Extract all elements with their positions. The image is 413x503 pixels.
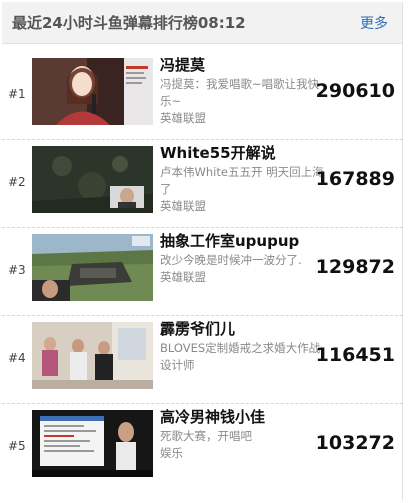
danmaku-count: 290610 — [315, 80, 395, 102]
rank-number: #3 — [8, 263, 26, 277]
stream-info: 冯提莫 冯提莫：我爱唱歌~唱歌让我快乐~ 英雄联盟 — [160, 56, 330, 127]
ranking-row[interactable]: #3 抽象工作室upupup 改少今晚是时候冲一波分了. 英雄联盟 129872 — [2, 228, 403, 316]
rank-number: #5 — [8, 439, 26, 453]
stream-thumbnail[interactable] — [32, 58, 153, 125]
danmaku-count: 167889 — [315, 168, 395, 190]
stream-thumbnail[interactable] — [32, 322, 153, 389]
stream-thumbnail[interactable] — [32, 234, 153, 301]
streamer-name[interactable]: 高冷男神钱小佳 — [160, 408, 330, 427]
danmaku-count: 103272 — [315, 432, 395, 454]
rank-number: #1 — [8, 87, 26, 101]
ranking-row[interactable]: #2 White55开解说 卢本伟White五五开 明天回上海了 英雄联盟 16… — [2, 140, 403, 228]
streamer-name[interactable]: White55开解说 — [160, 144, 330, 163]
stream-description: 改少今晚是时候冲一波分了. — [160, 253, 302, 267]
stream-info: White55开解说 卢本伟White五五开 明天回上海了 英雄联盟 — [160, 144, 330, 215]
stream-description: BLOVES定制婚戒之求婚大作战 — [160, 341, 321, 355]
ranking-row[interactable]: #5 高冷男神钱小佳 死歌大赛，开唱吧 娱乐 103272 — [2, 404, 403, 492]
stream-category: 英雄联盟 — [160, 270, 206, 284]
stream-description: 死歌大赛，开唱吧 — [160, 429, 252, 443]
panel-header: 最近24小时斗鱼弹幕排行榜08:12 更多 — [2, 2, 402, 44]
streamer-name[interactable]: 抽象工作室upupup — [160, 232, 330, 251]
stream-category: 英雄联盟 — [160, 111, 206, 125]
stream-category: 英雄联盟 — [160, 199, 206, 213]
ranking-row[interactable]: #1 冯提莫 冯提莫：我爱唱歌~唱歌让我快乐~ 英雄联盟 290610 — [2, 52, 403, 140]
rank-number: #2 — [8, 175, 26, 189]
stream-category: 设计师 — [160, 358, 195, 372]
streamer-name[interactable]: 冯提莫 — [160, 56, 330, 75]
danmaku-count: 129872 — [315, 256, 395, 278]
stream-thumbnail[interactable] — [32, 410, 153, 477]
more-link[interactable]: 更多 — [360, 13, 388, 33]
danmaku-ranking-panel: 最近24小时斗鱼弹幕排行榜08:12 更多 #1 冯提莫 冯提莫：我爱唱歌~唱歌… — [2, 2, 403, 501]
stream-info: 霹雳爷们儿 BLOVES定制婚戒之求婚大作战 设计师 — [160, 320, 330, 374]
danmaku-count: 116451 — [315, 344, 395, 366]
streamer-name[interactable]: 霹雳爷们儿 — [160, 320, 330, 339]
rank-number: #4 — [8, 351, 26, 365]
stream-category: 娱乐 — [160, 446, 183, 460]
stream-description: 冯提莫：我爱唱歌~唱歌让我快乐~ — [160, 77, 320, 108]
ranking-row[interactable]: #4 霹雳爷们儿 BLOVES定制婚戒之求婚大作战 设计师 116451 — [2, 316, 403, 404]
stream-description: 卢本伟White五五开 明天回上海了 — [160, 165, 324, 196]
stream-thumbnail[interactable] — [32, 146, 153, 213]
panel-title: 最近24小时斗鱼弹幕排行榜08:12 — [12, 14, 246, 32]
stream-info: 抽象工作室upupup 改少今晚是时候冲一波分了. 英雄联盟 — [160, 232, 330, 286]
stream-info: 高冷男神钱小佳 死歌大赛，开唱吧 娱乐 — [160, 408, 330, 462]
